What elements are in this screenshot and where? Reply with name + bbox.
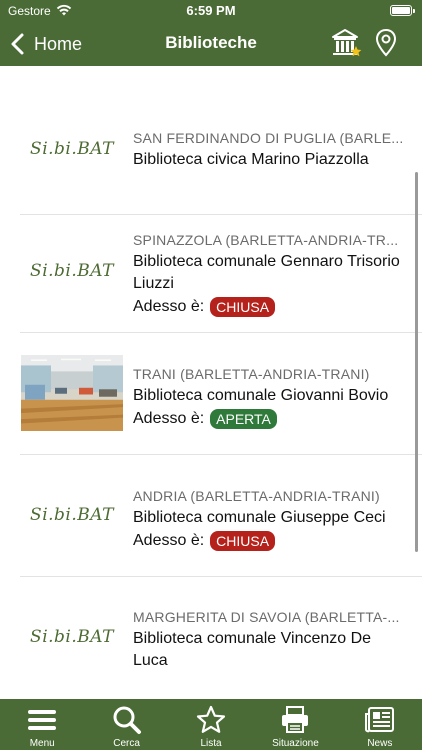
printer-icon [282, 706, 309, 733]
tab-list[interactable]: Lista [169, 699, 253, 750]
status-bar: Gestore 6:59 PM [0, 0, 422, 22]
tab-news[interactable]: News [338, 699, 422, 750]
tab-status[interactable]: Situazione [253, 699, 337, 750]
clock: 6:59 PM [186, 3, 236, 18]
library-name: Biblioteca comunale Giuseppe Ceci [133, 509, 386, 526]
sibibat-logo: Si.bi.BAT [30, 261, 114, 281]
search-icon [113, 706, 141, 734]
library-name: Biblioteca civica Marino Piazzolla [133, 151, 369, 168]
library-name: Biblioteca comunale Giovanni Bovio [133, 387, 389, 404]
sibibat-logo: Si.bi.BAT [30, 627, 114, 647]
scroll-indicator[interactable] [415, 172, 418, 552]
library-place: SAN FERDINANDO DI PUGLIA (BARLE... [133, 130, 404, 146]
tab-label: Situazione [272, 738, 319, 749]
sibibat-logo: Si.bi.BAT [30, 139, 114, 159]
status-prefix: Adesso è: [133, 410, 205, 427]
status-badge-closed: CHIUSA [210, 531, 276, 551]
library-list[interactable]: Si.bi.BAT SAN FERDINANDO DI PUGLIA (BARL… [0, 66, 422, 699]
library-row[interactable]: Si.bi.BAT SAN FERDINANDO DI PUGLIA (BARL… [0, 93, 422, 215]
tab-label: Cerca [113, 738, 140, 749]
status-badge-closed: CHIUSA [210, 297, 276, 317]
navigation-bar: Home Biblioteche [0, 22, 422, 66]
library-row[interactable]: Si.bi.BAT ANDRIA (BARLETTA-ANDRIA-TRANI)… [0, 455, 422, 577]
map-pin-icon[interactable] [374, 28, 398, 58]
hamburger-icon [28, 710, 57, 730]
library-name: Biblioteca comunale Gennaro Trisorio Liu… [133, 253, 400, 292]
status-badge-open: APERTA [210, 409, 277, 429]
library-place: TRANI (BARLETTA-ANDRIA-TRANI) [133, 366, 370, 382]
sibibat-logo: Si.bi.BAT [30, 505, 114, 525]
status-prefix: Adesso è: [133, 532, 205, 549]
library-favorite-icon[interactable] [330, 27, 362, 59]
library-row[interactable]: TRANI (BARLETTA-ANDRIA-TRANI) Biblioteca… [0, 333, 422, 455]
star-icon [196, 705, 226, 733]
chevron-left-icon [11, 33, 24, 55]
status-prefix: Adesso è: [133, 298, 205, 315]
tab-label: Menu [29, 738, 55, 749]
tab-label: Lista [200, 738, 222, 749]
library-status-line: Adesso è: CHIUSA [133, 296, 410, 318]
library-status-line: Adesso è: CHIUSA [133, 530, 410, 552]
library-place: MARGHERITA DI SAVOIA (BARLETTA-... [133, 609, 400, 625]
library-place: SPINAZZOLA (BARLETTA-ANDRIA-TR... [133, 232, 399, 248]
library-place: ANDRIA (BARLETTA-ANDRIA-TRANI) [133, 488, 380, 504]
tab-menu[interactable]: Menu [0, 699, 84, 750]
tab-bar: Menu Cerca Lista Situazione News [0, 699, 422, 750]
library-row[interactable]: Si.bi.BAT SPINAZZOLA (BARLETTA-ANDRIA-TR… [0, 211, 422, 333]
tab-label: News [367, 738, 393, 749]
library-row[interactable]: Si.bi.BAT MARGHERITA DI SAVOIA (BARLETTA… [0, 577, 422, 699]
battery-icon [390, 5, 415, 16]
tab-search[interactable]: Cerca [84, 699, 168, 750]
back-button-label: Home [34, 33, 83, 54]
newspaper-icon [364, 707, 394, 733]
library-status-line: Adesso è: APERTA [133, 408, 410, 430]
library-name: Biblioteca comunale Vincenzo De Luca [133, 630, 372, 669]
back-button[interactable]: Home [8, 28, 82, 60]
library-photo [21, 355, 123, 431]
